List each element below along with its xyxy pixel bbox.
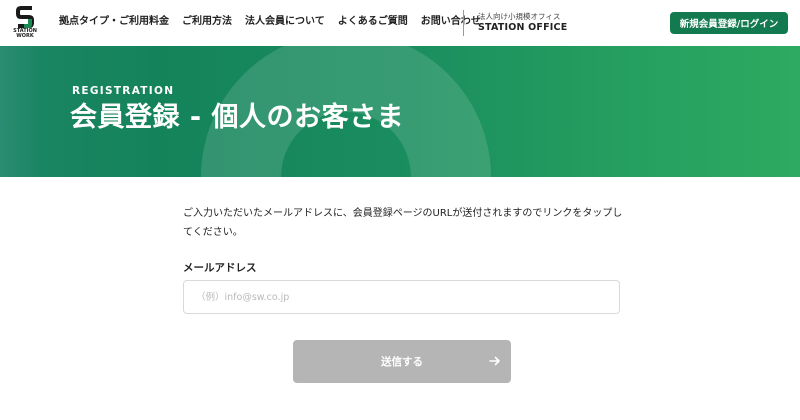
page-title: 会員登録 - 個人のお客さま xyxy=(70,102,405,133)
submit-button[interactable]: 送信する xyxy=(293,340,511,383)
register-login-button[interactable]: 新規会員登録/ログイン xyxy=(670,12,788,34)
station-work-logo[interactable]: STATION WORK xyxy=(13,5,37,41)
instructions-text: ご入力いただいたメールアドレスに、会員登録ページのURLが送付されますのでリンク… xyxy=(183,208,623,238)
station-office-title: STATION OFFICE xyxy=(478,22,568,33)
submit-button-label: 送信する xyxy=(381,355,423,368)
main-nav: 拠点タイプ・ご利用料金 ご利用方法 法人会員について よくあるご質問 お問い合わ… xyxy=(59,14,481,30)
hero-banner: REGISTRATION 会員登録 - 個人のお客さま xyxy=(0,46,800,177)
arrow-right-icon xyxy=(489,356,500,366)
station-office-subtitle: 法人向け小規模オフィス xyxy=(478,12,561,21)
nav-item-how-to-use[interactable]: ご利用方法 xyxy=(182,14,232,30)
station-office-link[interactable]: 法人向け小規模オフィス STATION OFFICE xyxy=(478,12,567,34)
logo-text-work: WORK xyxy=(16,33,34,39)
nav-item-contact[interactable]: お問い合わせ xyxy=(421,14,481,30)
hero-kicker: REGISTRATION xyxy=(72,85,175,97)
logo-s-mark-icon xyxy=(16,6,34,28)
nav-item-corporate[interactable]: 法人会員について xyxy=(245,14,325,30)
email-field[interactable] xyxy=(183,280,620,314)
email-label: メールアドレス xyxy=(183,262,257,274)
nav-item-faq[interactable]: よくあるご質問 xyxy=(338,14,408,30)
nav-item-location-pricing[interactable]: 拠点タイプ・ご利用料金 xyxy=(59,14,169,30)
site-header: STATION WORK 拠点タイプ・ご利用料金 ご利用方法 法人会員について … xyxy=(0,0,800,46)
nav-divider xyxy=(463,10,464,36)
